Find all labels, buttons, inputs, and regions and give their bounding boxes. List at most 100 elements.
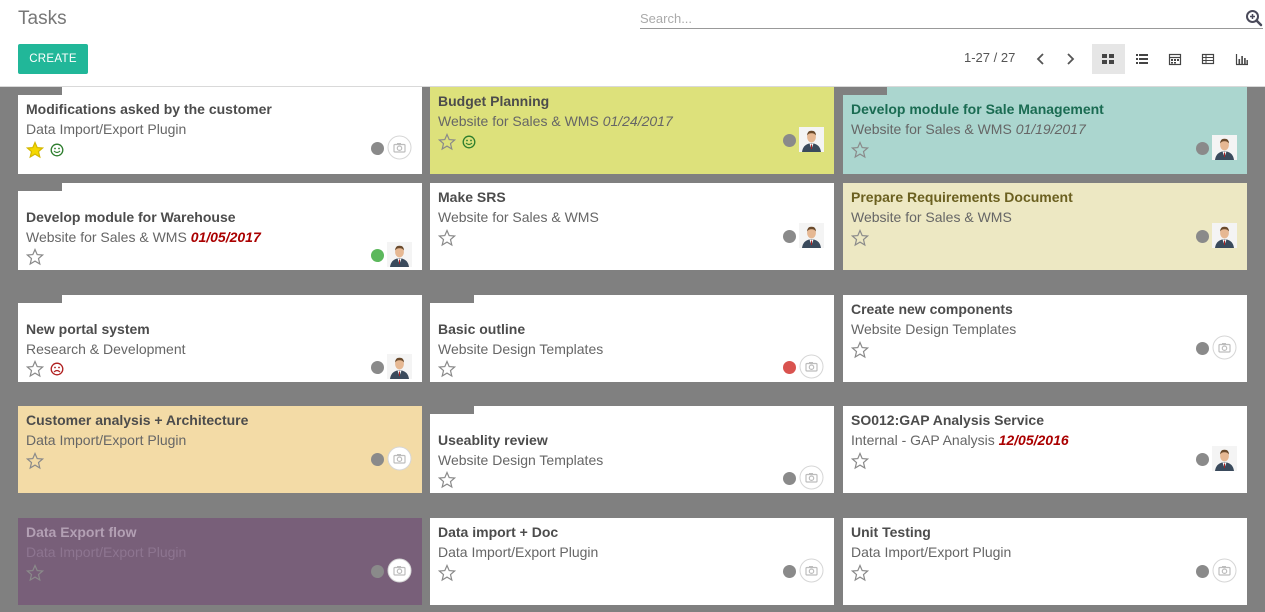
star-icon[interactable]: [26, 452, 44, 470]
star-icon[interactable]: [438, 360, 456, 378]
avatar-placeholder-icon[interactable]: [799, 558, 824, 583]
task-project: Website Design Templates: [851, 321, 1016, 337]
task-card[interactable]: Develop module for Warehouse Website for …: [18, 183, 422, 270]
star-icon[interactable]: [438, 564, 456, 582]
task-project: Data Import/Export Plugin: [851, 544, 1011, 560]
star-filled-icon[interactable]: [26, 141, 44, 159]
task-deadline: 01/24/2017: [602, 113, 673, 129]
graph-view-button[interactable]: [1226, 44, 1259, 74]
search-icon[interactable]: [1245, 9, 1263, 27]
task-project: Research & Development: [26, 341, 186, 357]
kanban-state-dot[interactable]: [783, 134, 796, 147]
kanban-state-dot[interactable]: [371, 565, 384, 578]
task-card[interactable]: Create new components Website Design Temp…: [843, 295, 1247, 382]
task-card[interactable]: Make SRS Website for Sales & WMS: [430, 183, 834, 270]
task-project-name: Data Import/Export Plugin: [26, 121, 187, 137]
task-name: Create new components: [851, 301, 1013, 317]
kanban-state-dot[interactable]: [371, 453, 384, 466]
task-project: Website for Sales & WMS 01/05/2017: [26, 229, 261, 245]
task-card[interactable]: Customer analysis + Architecture Data Imp…: [18, 406, 422, 493]
task-card[interactable]: SO012:GAP Analysis Service Internal - GAP…: [843, 406, 1247, 493]
task-name: New portal system: [26, 321, 150, 337]
avatar-placeholder-icon[interactable]: [387, 135, 412, 160]
task-card[interactable]: Useablity review Website Design Templates: [430, 406, 834, 493]
star-icon[interactable]: [851, 141, 869, 159]
task-card[interactable]: New portal system Research & Development: [18, 295, 422, 382]
task-name: Develop module for Sale Management: [851, 101, 1104, 117]
kanban-state-dot[interactable]: [1196, 142, 1209, 155]
task-project-name: Website Design Templates: [851, 321, 1017, 337]
kanban-view-button[interactable]: [1092, 44, 1125, 74]
user-avatar[interactable]: [387, 242, 412, 267]
task-project: Website for Sales & WMS 01/24/2017: [438, 113, 673, 129]
graph-view-icon: [1235, 54, 1248, 66]
task-card[interactable]: Modifications asked by the customer Data …: [18, 87, 422, 174]
star-icon[interactable]: [851, 452, 869, 470]
kanban-state-dot[interactable]: [783, 472, 796, 485]
task-project: Website for Sales & WMS: [438, 209, 599, 225]
user-avatar[interactable]: [1212, 223, 1237, 248]
task-card[interactable]: Unit Testing Data Import/Export Plugin: [843, 518, 1247, 605]
star-icon[interactable]: [26, 564, 44, 582]
user-avatar[interactable]: [799, 223, 824, 248]
card-tag-bar: [430, 295, 474, 303]
kanban-state-dot[interactable]: [1196, 565, 1209, 578]
task-card[interactable]: Basic outline Website Design Templates: [430, 295, 834, 382]
star-icon[interactable]: [851, 341, 869, 359]
search-bar: [640, 8, 1263, 29]
list-view-button[interactable]: [1126, 44, 1159, 74]
task-name: Develop module for Warehouse: [26, 209, 236, 225]
star-icon[interactable]: [438, 229, 456, 247]
user-avatar[interactable]: [1212, 446, 1237, 471]
kanban-state-dot[interactable]: [783, 361, 796, 374]
kanban-state-dot[interactable]: [783, 230, 796, 243]
star-icon[interactable]: [26, 360, 44, 378]
star-icon[interactable]: [851, 229, 869, 247]
search-input[interactable]: [640, 9, 1230, 28]
kanban-state-dot[interactable]: [1196, 342, 1209, 355]
task-card[interactable]: Budget Planning Website for Sales & WMS 0…: [430, 87, 834, 174]
kanban-state-dot[interactable]: [371, 361, 384, 374]
user-avatar[interactable]: [799, 127, 824, 152]
task-card[interactable]: Prepare Requirements Document Website for…: [843, 183, 1247, 270]
kanban-state-dot[interactable]: [783, 565, 796, 578]
task-deadline: 01/05/2017: [190, 229, 261, 245]
pager-next-icon[interactable]: [1061, 49, 1079, 69]
task-project: Website Design Templates: [438, 341, 603, 357]
user-avatar[interactable]: [387, 354, 412, 379]
star-icon[interactable]: [438, 471, 456, 489]
task-card[interactable]: Develop module for Sale Management Websit…: [843, 87, 1247, 174]
frown-icon: [50, 362, 64, 376]
task-card[interactable]: Data import + Doc Data Import/Export Plug…: [430, 518, 834, 605]
task-project: Data Import/Export Plugin: [26, 544, 186, 560]
avatar-placeholder-icon[interactable]: [799, 465, 824, 490]
smile-icon: [462, 135, 476, 149]
kanban-state-dot[interactable]: [371, 142, 384, 155]
kanban-state-dot[interactable]: [1196, 230, 1209, 243]
kanban-state-dot[interactable]: [1196, 453, 1209, 466]
task-name: Basic outline: [438, 321, 526, 337]
avatar-placeholder-icon[interactable]: [387, 446, 412, 471]
calendar-view-button[interactable]: [1159, 44, 1192, 74]
avatar-placeholder-icon[interactable]: [387, 558, 412, 583]
create-button[interactable]: CREATE: [18, 44, 88, 74]
star-icon[interactable]: [438, 133, 456, 151]
task-project: Website for Sales & WMS 01/19/2017: [851, 121, 1086, 137]
kanban-board: Modifications asked by the customer Data …: [0, 87, 1265, 612]
pager-value[interactable]: 1-27 / 27: [964, 50, 1015, 65]
pager-previous-icon[interactable]: [1032, 49, 1050, 69]
kanban-state-dot[interactable]: [371, 249, 384, 262]
task-card[interactable]: Data Export flow Data Import/Export Plugi…: [18, 518, 422, 605]
avatar-placeholder-icon[interactable]: [799, 354, 824, 379]
avatar-placeholder-icon[interactable]: [1212, 558, 1237, 583]
task-project: Data Import/Export Plugin: [26, 432, 186, 448]
task-name: Data Export flow: [26, 524, 137, 540]
pivot-view-button[interactable]: [1192, 44, 1225, 74]
avatar-placeholder-icon[interactable]: [1212, 335, 1237, 360]
task-name: Customer analysis + Architecture: [26, 412, 249, 428]
star-icon[interactable]: [26, 248, 44, 266]
task-project-name: Website for Sales & WMS: [851, 121, 1012, 137]
card-tag-bar: [18, 183, 62, 191]
user-avatar[interactable]: [1212, 135, 1237, 160]
star-icon[interactable]: [851, 564, 869, 582]
